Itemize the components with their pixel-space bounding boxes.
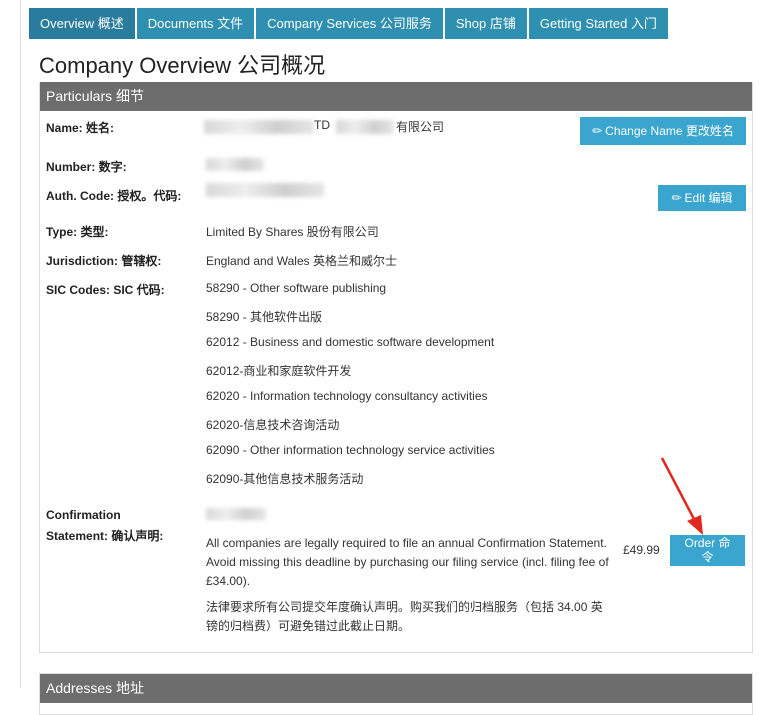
page-title: Company Overview 公司概况 bbox=[39, 53, 326, 78]
addresses-panel: Addresses 地址 bbox=[39, 673, 753, 715]
confirmation-en-line: Avoid missing this deadline by purchasin… bbox=[206, 555, 609, 569]
confirmation-label-line1: Confirmation bbox=[46, 508, 121, 522]
confirmation-text-cn: 法律要求所有公司提交年度确认声明。购买我们的归档服务（包括 34.00 英 镑的… bbox=[206, 598, 626, 636]
confirmation-cn-line: 镑的归档费）可避免错过此截止日期。 bbox=[206, 619, 411, 633]
edit-button[interactable]: ✏ Edit 编辑 bbox=[658, 185, 746, 211]
name-redacted bbox=[204, 120, 314, 134]
order-button-label-line2: 令 bbox=[701, 550, 714, 564]
sic-code-item: 62090 - Other information technology ser… bbox=[206, 443, 495, 457]
change-name-label: Change Name 更改姓名 bbox=[605, 124, 734, 138]
sic-code-item: 62020-信息技术咨询活动 bbox=[206, 418, 340, 432]
name-label: Name: 姓名: bbox=[46, 121, 115, 135]
name-value-visible: TD bbox=[314, 118, 330, 132]
red-arrow-annotation bbox=[660, 457, 703, 535]
number-label: Number: 数字: bbox=[46, 160, 127, 174]
sic-code-item: 62020 - Information technology consultan… bbox=[206, 389, 488, 403]
sic-code-item: 62012 - Business and domestic software d… bbox=[206, 335, 495, 349]
pencil-icon: ✏ bbox=[671, 191, 682, 205]
sic-code-item: 62090-其他信息技术服务活动 bbox=[206, 472, 364, 486]
tab-documents[interactable]: Documents 文件 bbox=[136, 8, 255, 39]
page: Overview 概述 Documents 文件 Company Service… bbox=[20, 0, 762, 715]
confirmation-price: £49.99 bbox=[623, 543, 660, 557]
number-redacted bbox=[206, 158, 264, 171]
sic-code-item: 58290 - Other software publishing bbox=[206, 281, 387, 295]
order-button-label-line1: Order 命 bbox=[684, 536, 731, 550]
tab-company-services[interactable]: Company Services 公司服务 bbox=[256, 8, 443, 39]
name-redacted-2 bbox=[336, 120, 394, 134]
type-value: Limited By Shares 股份有限公司 bbox=[206, 225, 379, 239]
change-name-button[interactable]: ✏ Change Name 更改姓名 bbox=[580, 117, 746, 145]
sic-label: SIC Codes: SIC 代码: bbox=[46, 283, 165, 297]
nav-tabs: Overview 概述 Documents 文件 Company Service… bbox=[29, 8, 670, 39]
confirmation-text-en: All companies are legally required to fi… bbox=[206, 534, 626, 591]
jurisdiction-value: England and Wales 英格兰和威尔士 bbox=[206, 254, 397, 268]
tab-shop[interactable]: Shop 店铺 bbox=[444, 8, 527, 39]
pencil-icon: ✏ bbox=[592, 124, 603, 138]
tab-getting-started[interactable]: Getting Started 入门 bbox=[528, 8, 668, 39]
confirmation-cn-line: 法律要求所有公司提交年度确认声明。购买我们的归档服务（包括 34.00 英 bbox=[206, 600, 603, 614]
particulars-header: Particulars 细节 bbox=[40, 82, 752, 111]
addresses-header: Addresses 地址 bbox=[40, 674, 752, 703]
tab-overview[interactable]: Overview 概述 bbox=[29, 8, 135, 39]
jurisdiction-label: Jurisdiction: 管辖权: bbox=[46, 254, 162, 268]
type-label: Type: 类型: bbox=[46, 225, 109, 239]
sic-code-item: 62012-商业和家庭软件开发 bbox=[206, 364, 352, 378]
sic-code-item: 58290 - 其他软件出版 bbox=[206, 310, 323, 324]
confirmation-label-line2: Statement: 确认声明: bbox=[46, 529, 164, 543]
auth-code-label: Auth. Code: 授权。代码: bbox=[46, 189, 182, 203]
order-button[interactable]: Order 命 令 bbox=[670, 535, 745, 566]
auth-code-redacted bbox=[206, 183, 324, 197]
confirmation-en-line: £34.00). bbox=[206, 574, 251, 588]
edit-label: Edit 编辑 bbox=[684, 191, 733, 205]
confirmation-date-redacted bbox=[206, 508, 266, 520]
name-value-suffix: 有限公司 bbox=[396, 120, 445, 134]
particulars-panel: Particulars 细节 Name: 姓名: TD 有限公司 ✏ Change… bbox=[39, 82, 753, 653]
confirmation-en-line: All companies are legally required to fi… bbox=[206, 536, 607, 550]
